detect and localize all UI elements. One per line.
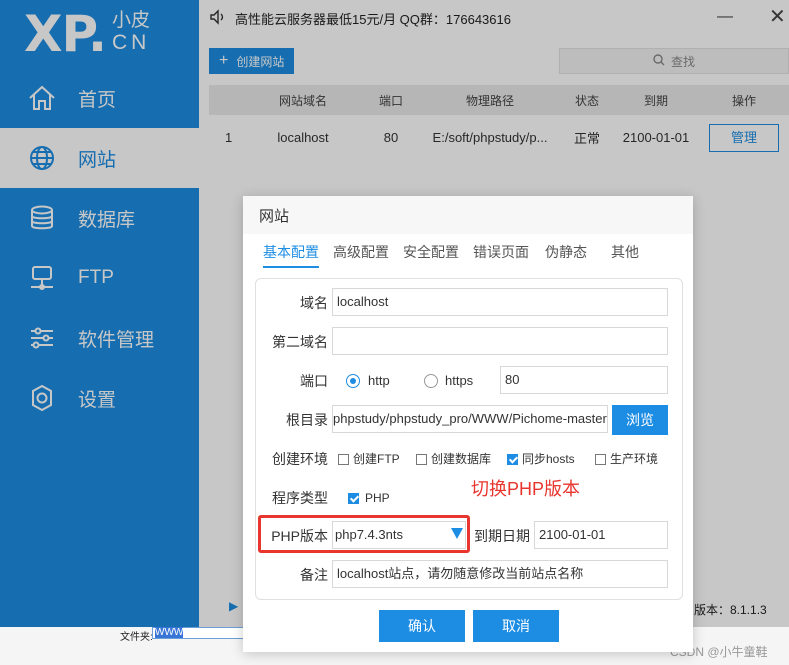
- database-checkbox-label: 创建数据库: [431, 452, 492, 466]
- browse-button[interactable]: 浏览: [612, 405, 668, 435]
- tab-other[interactable]: 其他: [611, 240, 639, 268]
- note-label: 备注: [300, 567, 328, 583]
- dialog-title: 网站: [243, 196, 693, 234]
- domain-label: 域名: [300, 295, 328, 311]
- ftp-checkbox-label: 创建FTP: [353, 452, 400, 466]
- tab-rewrite[interactable]: 伪静态: [545, 240, 587, 268]
- https-radio[interactable]: [424, 374, 438, 388]
- expire-input[interactable]: 2100-01-01: [534, 521, 668, 549]
- port-row: 端口 http https 80: [256, 366, 684, 396]
- expire-row: 到期日期 2100-01-01: [256, 521, 684, 551]
- https-label: https: [445, 373, 474, 388]
- program-type-label: 程序类型: [272, 490, 328, 506]
- website-dialog: 网站 基本配置 高级配置 安全配置 错误页面 伪静态 其他 域名 localho…: [243, 196, 693, 652]
- dialog-footer: 确认 取消: [243, 610, 693, 642]
- switch-php-hint: 切换PHP版本: [471, 479, 581, 499]
- basic-config-form: 域名 localhost 第二域名 端口 http https 80 根目录 p…: [255, 278, 683, 600]
- http-radio[interactable]: [346, 374, 360, 388]
- root-row: 根目录 phpstudy/phpstudy_pro/WWW/Pichome-ma…: [256, 405, 684, 435]
- production-checkbox[interactable]: [595, 454, 606, 465]
- env-label: 创建环境: [272, 451, 328, 467]
- second-domain-row: 第二域名: [256, 327, 684, 357]
- expire-label: 到期日期: [474, 528, 530, 544]
- port-input[interactable]: 80: [500, 366, 668, 394]
- note-row: 备注 localhost站点，请勿随意修改当前站点名称: [256, 560, 684, 590]
- php-checkbox-label: PHP: [365, 491, 390, 505]
- folder-input[interactable]: WWW: [152, 627, 244, 639]
- sync-hosts-checkbox[interactable]: [507, 454, 518, 465]
- ftp-checkbox[interactable]: [338, 454, 349, 465]
- production-label: 生产环境: [610, 452, 659, 466]
- tab-error-pages[interactable]: 错误页面: [473, 240, 529, 268]
- second-domain-label: 第二域名: [272, 334, 328, 350]
- note-input[interactable]: localhost站点，请勿随意修改当前站点名称: [332, 560, 668, 588]
- program-type-row: 程序类型 PHP: [256, 483, 684, 513]
- root-input[interactable]: phpstudy/phpstudy_pro/WWW/Pichome-master: [332, 405, 608, 433]
- tab-basic[interactable]: 基本配置: [263, 240, 319, 268]
- tab-security[interactable]: 安全配置: [403, 240, 459, 268]
- php-checkbox[interactable]: [348, 493, 359, 504]
- env-row: 创建环境 创建FTP 创建数据库 同步hosts 生产环境: [256, 444, 684, 474]
- tab-advanced[interactable]: 高级配置: [333, 240, 389, 268]
- sync-hosts-label: 同步hosts: [522, 452, 575, 466]
- folder-label: 文件夹:: [120, 632, 153, 643]
- dialog-tabs: 基本配置 高级配置 安全配置 错误页面 伪静态 其他: [263, 240, 653, 268]
- domain-row: 域名 localhost: [256, 288, 684, 318]
- http-label: http: [368, 373, 390, 388]
- confirm-button[interactable]: 确认: [379, 610, 465, 642]
- cancel-button[interactable]: 取消: [473, 610, 559, 642]
- port-label: 端口: [300, 373, 328, 389]
- root-label: 根目录: [286, 412, 328, 428]
- database-checkbox[interactable]: [416, 454, 427, 465]
- folder-value: WWW: [155, 627, 184, 638]
- domain-input[interactable]: localhost: [332, 288, 668, 316]
- second-domain-input[interactable]: [332, 327, 668, 355]
